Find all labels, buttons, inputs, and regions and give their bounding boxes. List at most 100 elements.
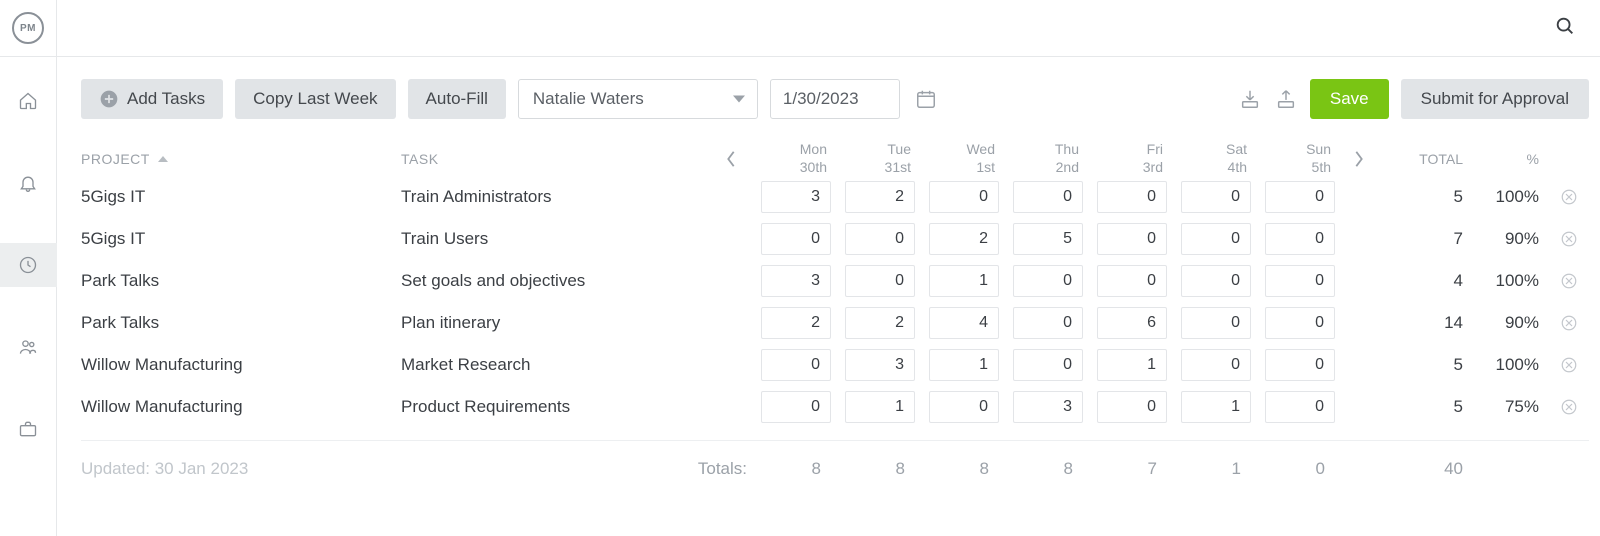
hours-input[interactable] [929,307,999,339]
hours-input[interactable] [1181,307,1251,339]
next-week-button[interactable] [1339,141,1379,176]
cell-total: 14 [1379,313,1469,333]
hours-input[interactable] [1097,349,1167,381]
cell-total: 4 [1379,271,1469,291]
table-row: Willow ManufacturingMarket Research5100% [81,344,1589,386]
copy-last-week-button[interactable]: Copy Last Week [235,79,395,119]
hours-input[interactable] [761,307,831,339]
cell-total: 5 [1379,187,1469,207]
hours-input[interactable] [929,223,999,255]
hours-input[interactable] [1097,223,1167,255]
hours-input[interactable] [845,391,915,423]
hours-input[interactable] [845,349,915,381]
export-button[interactable] [1274,87,1298,111]
hours-input[interactable] [929,391,999,423]
close-circle-icon [1560,272,1578,290]
hours-input[interactable] [1097,265,1167,297]
cell-project: Park Talks [81,313,401,333]
chevron-left-icon [725,150,737,168]
hours-input[interactable] [1013,181,1083,213]
delete-row-button[interactable] [1549,398,1589,416]
hours-input[interactable] [761,391,831,423]
cell-project: 5Gigs IT [81,229,401,249]
cell-project: Willow Manufacturing [81,397,401,417]
nav-home[interactable] [0,79,57,123]
hours-input[interactable] [1265,391,1335,423]
hours-input[interactable] [929,181,999,213]
save-label: Save [1330,89,1369,108]
people-icon [18,337,38,357]
delete-row-button[interactable] [1549,188,1589,206]
hours-input[interactable] [1013,349,1083,381]
delete-row-button[interactable] [1549,314,1589,332]
delete-row-button[interactable] [1549,230,1589,248]
hours-input[interactable] [929,349,999,381]
app-logo[interactable]: PM [0,0,57,56]
cell-project: Willow Manufacturing [81,355,401,375]
hours-input[interactable] [1265,223,1335,255]
totals-label: Totals: [698,459,751,479]
col-day-0: Mon30th [751,141,835,176]
hours-input[interactable] [1013,391,1083,423]
hours-input[interactable] [761,265,831,297]
hours-input[interactable] [1181,181,1251,213]
cell-pct: 90% [1469,229,1549,249]
hours-input[interactable] [1097,181,1167,213]
totals-val-2: 8 [919,459,1003,479]
col-task[interactable]: TASK [401,151,711,167]
hours-input[interactable] [761,349,831,381]
hours-input[interactable] [845,265,915,297]
calendar-button[interactable] [912,85,940,113]
hours-input[interactable] [1097,307,1167,339]
cell-task: Set goals and objectives [401,271,711,291]
nav-notifications[interactable] [0,161,57,205]
hours-input[interactable] [761,223,831,255]
hours-input[interactable] [761,181,831,213]
cell-pct: 100% [1469,187,1549,207]
sort-asc-icon [158,156,168,162]
hours-input[interactable] [845,307,915,339]
copy-last-week-label: Copy Last Week [253,89,377,109]
nav-timesheet[interactable] [0,243,57,287]
user-select[interactable]: Natalie Waters [518,79,758,119]
table-row: 5Gigs ITTrain Administrators5100% [81,176,1589,218]
submit-for-approval-button[interactable]: Submit for Approval [1401,79,1589,119]
hours-input[interactable] [1181,223,1251,255]
cell-project: Park Talks [81,271,401,291]
col-project[interactable]: PROJECT [81,151,401,167]
nav-portfolio[interactable] [0,407,57,451]
hours-input[interactable] [1265,349,1335,381]
hours-input[interactable] [1265,307,1335,339]
cell-task: Market Research [401,355,711,375]
auto-fill-button[interactable]: Auto-Fill [408,79,506,119]
save-button[interactable]: Save [1310,79,1389,119]
add-tasks-button[interactable]: Add Tasks [81,79,223,119]
cell-total: 5 [1379,355,1469,375]
col-day-4: Fri3rd [1087,141,1171,176]
hours-input[interactable] [845,223,915,255]
cell-pct: 100% [1469,271,1549,291]
hours-input[interactable] [1097,391,1167,423]
col-day-1: Tue31st [835,141,919,176]
search-button[interactable] [1554,15,1576,42]
chevron-right-icon [1353,150,1365,168]
hours-input[interactable] [1013,223,1083,255]
hours-input[interactable] [929,265,999,297]
nav-team[interactable] [0,325,57,369]
hours-input[interactable] [1013,307,1083,339]
import-button[interactable] [1238,87,1262,111]
hours-input[interactable] [1265,265,1335,297]
prev-week-button[interactable] [711,141,751,176]
delete-row-button[interactable] [1549,356,1589,374]
col-pct: % [1469,151,1549,167]
hours-input[interactable] [1013,265,1083,297]
hours-input[interactable] [1181,391,1251,423]
col-day-6: Sun5th [1255,141,1339,176]
hours-input[interactable] [1181,265,1251,297]
col-project-label: PROJECT [81,151,150,167]
delete-row-button[interactable] [1549,272,1589,290]
hours-input[interactable] [845,181,915,213]
hours-input[interactable] [1265,181,1335,213]
hours-input[interactable] [1181,349,1251,381]
date-input[interactable] [770,79,900,119]
